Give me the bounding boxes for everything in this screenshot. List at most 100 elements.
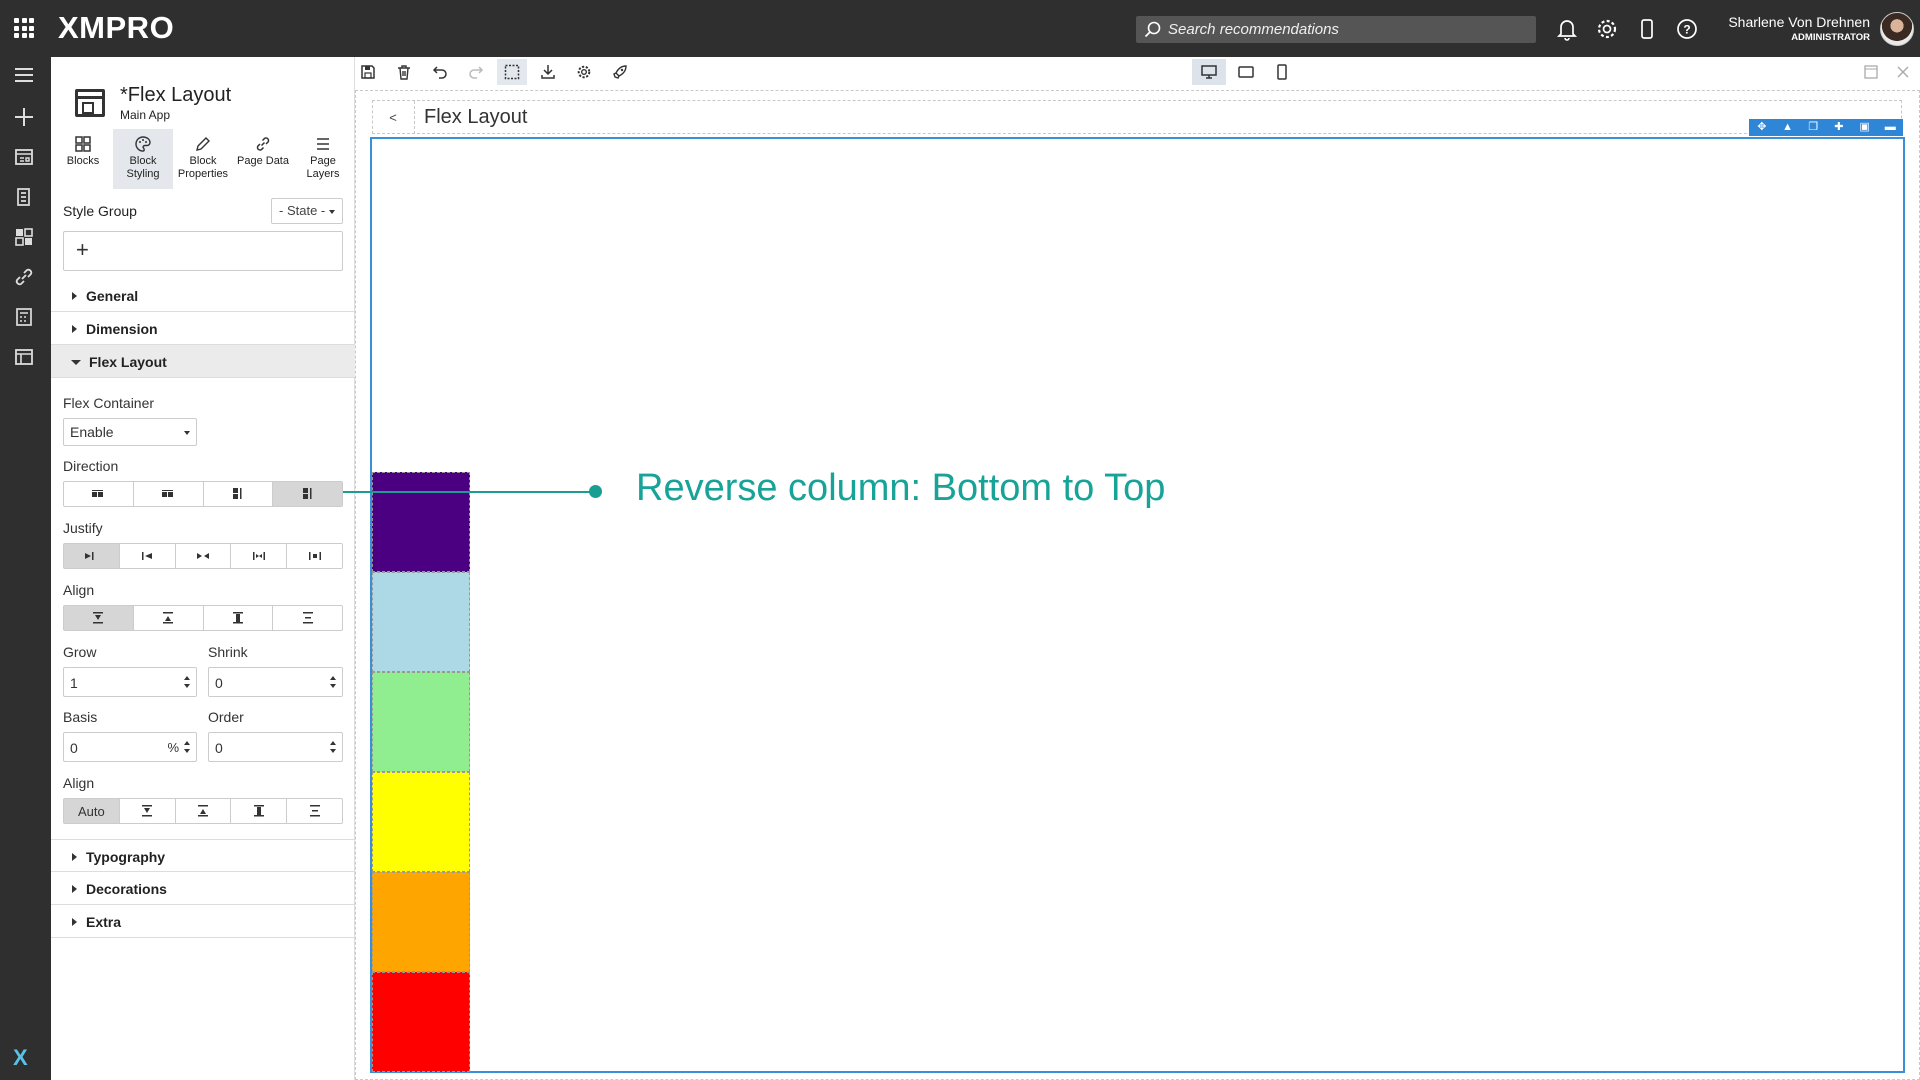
add-icon[interactable] [12, 105, 36, 129]
align-end-icon [163, 612, 174, 624]
svg-text:?: ? [1683, 23, 1690, 37]
align-self-start-button[interactable] [120, 799, 176, 823]
direction-column-button[interactable] [204, 482, 274, 506]
align-end-button[interactable] [134, 606, 204, 630]
maximize-icon[interactable] [1863, 64, 1879, 80]
user-role: ADMINISTRATOR [1791, 32, 1870, 43]
tab-block-styling[interactable]: Block Styling [113, 129, 173, 189]
block-toolbar: ✥ ▲ ❐ ✚ ▣ ▬ [1749, 119, 1903, 136]
align-self-stretch-button[interactable] [231, 799, 288, 823]
canvas-page-header[interactable] [372, 100, 1902, 134]
data-streams-icon[interactable] [12, 185, 36, 209]
undo-icon [432, 66, 447, 79]
mobile-device-icon[interactable] [1634, 16, 1660, 42]
section-extra[interactable]: Extra [51, 905, 355, 938]
order-stepper-icon[interactable] [330, 741, 337, 754]
style-group-box[interactable]: + [63, 231, 343, 271]
blocks-icon [75, 136, 91, 152]
tab-block-properties[interactable]: Block Properties [173, 129, 233, 189]
grow-stepper-icon[interactable] [184, 676, 191, 689]
justify-end-button[interactable] [120, 544, 176, 568]
bell-icon[interactable] [1554, 16, 1580, 42]
basis-unit[interactable]: % [167, 740, 179, 755]
tablet-view-button[interactable] [1229, 59, 1263, 85]
shrink-stepper-icon[interactable] [330, 676, 337, 689]
tab-page-data[interactable]: Page Data [233, 129, 293, 189]
hamburger-menu-icon[interactable] [12, 63, 36, 87]
tab-blocks[interactable]: Blocks [53, 129, 113, 189]
order-input[interactable]: 0 [208, 732, 343, 762]
shrink-input[interactable]: 0 [208, 667, 343, 697]
section-general[interactable]: General [51, 279, 355, 312]
delete-button[interactable] [389, 59, 419, 85]
desktop-view-button[interactable] [1192, 59, 1226, 85]
app-launcher-icon[interactable] [14, 18, 34, 38]
integrations-link-icon[interactable] [12, 265, 36, 289]
canvas-title[interactable]: Flex Layout [424, 106, 527, 129]
align-self-end-button[interactable] [176, 799, 232, 823]
xmpro-x-logo-icon[interactable]: X [13, 1045, 28, 1071]
page-title: *Flex Layout [120, 84, 232, 106]
direction-column-reverse-button[interactable] [273, 482, 342, 506]
redo-button[interactable] [461, 59, 491, 85]
save-block-icon[interactable]: ▣ [1852, 119, 1878, 136]
justify-center-button[interactable] [176, 544, 232, 568]
color-block-orange[interactable] [372, 872, 470, 972]
align-self-center-button[interactable] [287, 799, 342, 823]
calculator-icon[interactable] [12, 305, 36, 329]
section-flex-layout[interactable]: Flex Layout [51, 345, 355, 378]
import-button[interactable] [533, 59, 563, 85]
preview-button[interactable] [605, 59, 635, 85]
align-start-button[interactable] [64, 606, 134, 630]
help-icon[interactable]: ? [1674, 16, 1700, 42]
download-icon [541, 65, 555, 79]
mobile-view-button[interactable] [1265, 59, 1299, 85]
section-dimension[interactable]: Dimension [51, 312, 355, 345]
user-name[interactable]: Sharlene Von Drehnen [1700, 14, 1870, 30]
section-typography[interactable]: Typography [51, 839, 355, 872]
flex-container-select[interactable]: Enable [63, 418, 197, 446]
section-decorations[interactable]: Decorations [51, 872, 355, 905]
clone-icon[interactable]: ❐ [1800, 119, 1826, 136]
delete-block-icon[interactable]: ▬ [1877, 119, 1903, 136]
justify-start-button[interactable] [64, 544, 120, 568]
recommendations-icon[interactable] [12, 225, 36, 249]
color-block-yellow[interactable] [372, 772, 470, 872]
align-self-auto-button[interactable]: Auto [64, 799, 120, 823]
apps-icon[interactable] [12, 145, 36, 169]
color-block-red[interactable] [372, 972, 470, 1072]
state-dropdown[interactable]: - State - [271, 198, 343, 224]
align-self-center-icon [309, 805, 320, 817]
align-center-button[interactable] [273, 606, 342, 630]
avatar[interactable] [1880, 12, 1914, 46]
direction-column-icon [232, 488, 242, 499]
undo-button[interactable] [425, 59, 455, 85]
gear-icon[interactable] [1594, 16, 1620, 42]
flex-container-block[interactable] [370, 137, 1905, 1073]
color-block-light-blue[interactable] [372, 572, 470, 672]
grow-input[interactable]: 1 [63, 667, 197, 697]
save-button[interactable] [353, 59, 383, 85]
direction-row-button[interactable] [64, 482, 134, 506]
color-block-indigo[interactable] [372, 472, 470, 572]
search-box[interactable] [1136, 16, 1536, 43]
back-button[interactable]: < [372, 101, 415, 134]
search-input[interactable] [1168, 16, 1528, 43]
select-parent-icon[interactable]: ▲ [1775, 119, 1801, 136]
justify-space-between-button[interactable] [231, 544, 288, 568]
add-block-icon[interactable]: ✚ [1826, 119, 1852, 136]
justify-space-around-button[interactable] [287, 544, 342, 568]
dashboard-icon[interactable] [12, 345, 36, 369]
add-style-group-button[interactable]: + [76, 237, 89, 263]
basis-input[interactable]: 0 % [63, 732, 197, 762]
direction-row-reverse-button[interactable] [134, 482, 204, 506]
settings-button[interactable] [569, 59, 599, 85]
align-center-icon [302, 612, 313, 624]
close-icon[interactable] [1895, 64, 1911, 80]
align-stretch-button[interactable] [204, 606, 274, 630]
color-block-light-green[interactable] [372, 672, 470, 772]
move-icon[interactable]: ✥ [1749, 119, 1775, 136]
basis-stepper-icon[interactable] [184, 741, 191, 754]
show-borders-button[interactable] [497, 59, 527, 85]
tab-page-layers[interactable]: Page Layers [293, 129, 353, 189]
